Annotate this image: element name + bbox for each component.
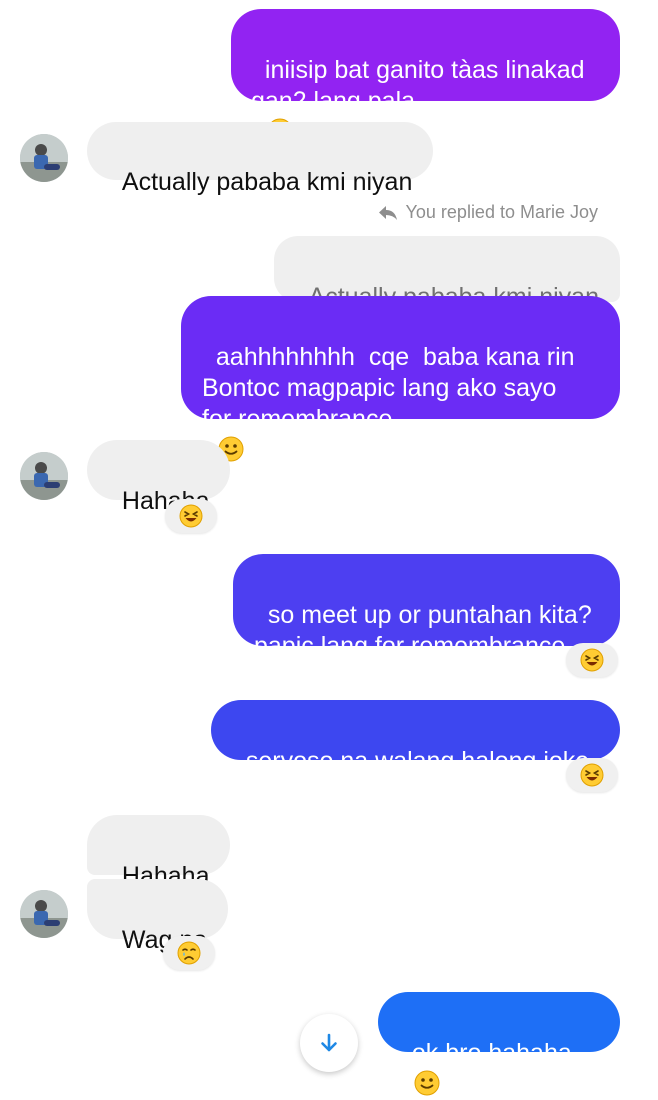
message-text: iniisip bat ganito tàas linakad gan2 lan… (251, 56, 585, 115)
slightly-smiling-emoji (414, 1070, 440, 1096)
laughing-emoji (580, 648, 604, 672)
avatar[interactable] (20, 890, 68, 938)
avatar[interactable] (20, 134, 68, 182)
incoming-message[interactable]: Wag na (87, 879, 229, 954)
outgoing-message[interactable]: so meet up or puntahan kita? papic lang … (233, 554, 620, 660)
outgoing-message[interactable]: ok bro hahaha (378, 992, 620, 1096)
message-text: aahhhhhhhh cqe baba kana rin Bontoc magp… (202, 343, 575, 433)
incoming-message[interactable]: Hahaha (87, 815, 231, 890)
message-text: seryoso na walang halong joke (245, 747, 590, 775)
scroll-to-bottom-button[interactable] (300, 1014, 358, 1072)
message-reaction[interactable] (566, 758, 618, 792)
reply-indicator: You replied to Marie Joy (378, 202, 598, 223)
laughing-emoji (179, 504, 203, 528)
incoming-message[interactable]: Actually pababa kmi niyan (87, 122, 434, 196)
quoted-message[interactable]: Actually pababa kmi niyan (273, 236, 620, 311)
avatar[interactable] (20, 452, 68, 500)
outgoing-message[interactable]: iniisip bat ganito tàas linakad gan2 lan… (231, 9, 620, 144)
reply-label-text: You replied to Marie Joy (405, 202, 598, 222)
message-reaction[interactable] (566, 643, 618, 677)
incoming-message[interactable]: Hahaha (87, 440, 231, 515)
outgoing-message[interactable]: seryoso na walang halong joke (211, 700, 620, 775)
outgoing-message[interactable]: aahhhhhhhh cqe baba kana rin Bontoc magp… (181, 296, 620, 462)
message-text: ok bro hahaha (411, 1039, 572, 1067)
arrow-down-icon (321, 1033, 337, 1052)
message-text: Actually pababa kmi niyan (121, 168, 413, 196)
message-reaction[interactable] (165, 499, 217, 533)
message-reaction[interactable] (163, 936, 215, 970)
message-text: so meet up or puntahan kita? papic lang … (254, 601, 592, 660)
reply-arrow-icon (378, 205, 397, 220)
crying-emoji (177, 941, 201, 965)
laughing-emoji (580, 763, 604, 787)
